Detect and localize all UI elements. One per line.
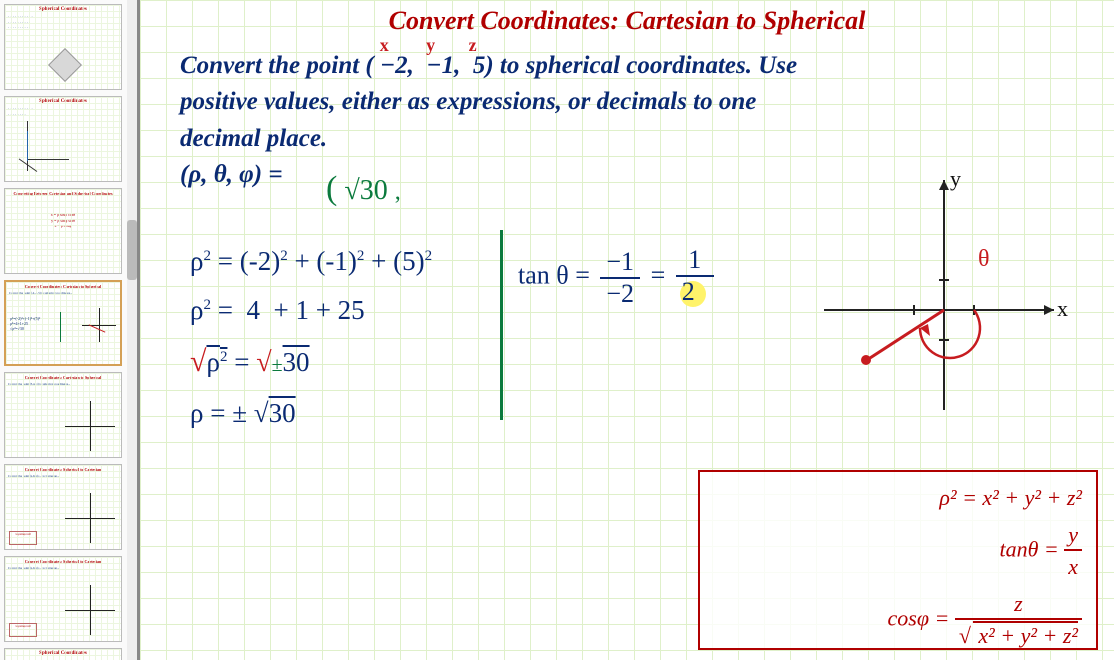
z-label: z bbox=[469, 32, 477, 58]
theta-derivation: tan θ = −1 −2 = 1 2 bbox=[518, 245, 718, 310]
thumb-mini-graph bbox=[65, 493, 115, 543]
thumb-work: ρ²=(-2)²+(-1)²+(5)²ρ²=4+1+25√ρ²=√30 bbox=[10, 316, 40, 331]
formula-tan-theta: tanθ = y x bbox=[714, 521, 1082, 582]
slide-title: Convert Coordinates: Cartesian to Spheri… bbox=[140, 6, 1114, 36]
x-label: x bbox=[380, 32, 389, 58]
thumb-divider bbox=[60, 312, 61, 342]
problem-text-2: positive values, either as expressions, … bbox=[180, 88, 756, 115]
x-axis-label: x bbox=[1057, 296, 1068, 321]
formula-cos-phi: cosφ = z √ x² + y² + z² bbox=[714, 590, 1082, 651]
theta-label: θ bbox=[978, 246, 990, 272]
tan-theta-lhs: tan θ = bbox=[518, 260, 590, 289]
thumb-mini-graph bbox=[65, 401, 115, 451]
thumb-mini-graph bbox=[65, 585, 115, 635]
green-divider bbox=[500, 230, 503, 420]
axes-3d-icon bbox=[15, 121, 71, 177]
problem-text-3: decimal place. bbox=[180, 125, 327, 152]
thumbnail-scrollbar[interactable] bbox=[127, 0, 137, 660]
formula-reference-box: ρ² = x² + y² + z² tanθ = y x cosφ = z √ … bbox=[698, 470, 1098, 650]
frac2-num: 1 bbox=[676, 245, 714, 277]
result-label: (ρ, θ, φ) = bbox=[180, 161, 283, 188]
slide-thumb-2[interactable]: Spherical Coordinates · · · · · · · · · … bbox=[4, 96, 122, 182]
answer-comma: , bbox=[395, 179, 401, 205]
answer-partial: ( √30 , bbox=[326, 170, 401, 208]
thumbnail-scroll-thumb[interactable] bbox=[127, 220, 137, 280]
pm-note: ± bbox=[272, 354, 283, 376]
frac2-den: 2 bbox=[676, 277, 714, 310]
answer-rho: √30 bbox=[344, 175, 387, 206]
thumb-formula-box: x=ρsinφcosθ bbox=[9, 531, 37, 545]
frac1-num: −1 bbox=[600, 247, 640, 279]
eq: = bbox=[651, 260, 666, 289]
slide-thumb-7[interactable]: Convert Coordinates: Spherical to Cartes… bbox=[4, 556, 122, 642]
slide-thumb-3[interactable]: Converting Between Cartesian and Spheric… bbox=[4, 188, 122, 274]
problem-text-1a: Convert the point ( bbox=[180, 52, 374, 79]
rho-derivation: ρ2 = (-2)2 + (-1)2 + (5)2 ρ2 = 4 + 1 + 2… bbox=[190, 240, 432, 442]
y-label: y bbox=[426, 32, 435, 58]
thumb-mini-graph bbox=[82, 308, 116, 342]
formula-rho2: ρ² = x² + y² + z² bbox=[714, 484, 1082, 513]
frac1-den: −2 bbox=[600, 279, 640, 309]
thumb-formula-box: x=ρsinφcosθ bbox=[9, 623, 37, 637]
xy-axes-diagram: x y θ bbox=[814, 160, 1074, 420]
main-slide: Convert Coordinates: Cartesian to Spheri… bbox=[140, 0, 1114, 660]
slide-thumb-1[interactable]: Spherical Coordinates · · · · · · · · · … bbox=[4, 4, 122, 90]
slide-thumbnails-panel: Spherical Coordinates · · · · · · · · · … bbox=[0, 0, 140, 660]
slide-thumb-6[interactable]: Convert Coordinates: Spherical to Cartes… bbox=[4, 464, 122, 550]
y-axis-label: y bbox=[950, 166, 961, 191]
slide-thumb-5[interactable]: Convert Coordinates: Cartesian to Spheri… bbox=[4, 372, 122, 458]
slide-thumb-4-active[interactable]: Convert Coordinates: Cartesian to Spheri… bbox=[4, 280, 122, 366]
slide-thumb-8[interactable]: Spherical Coordinates bbox=[4, 648, 122, 660]
problem-text-1b: ) to spherical coordinates. Use bbox=[485, 52, 797, 79]
